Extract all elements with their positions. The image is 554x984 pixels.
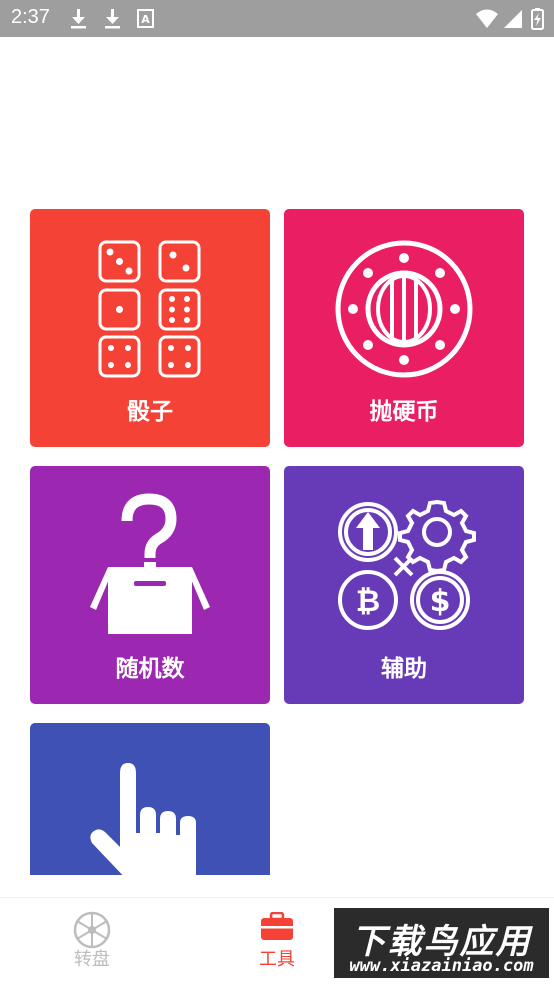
tile-coin-flip[interactable]: 抛硬币 xyxy=(284,209,524,447)
status-time: 2:37 xyxy=(11,6,50,28)
tile-label: 随机数 xyxy=(115,656,185,682)
tap-hand-icon xyxy=(90,763,196,875)
nav-item-tools[interactable]: 工具 xyxy=(217,898,337,984)
battery-charging-icon xyxy=(531,8,544,30)
nav-label: 工具 xyxy=(259,949,295,970)
nav-label: 转盘 xyxy=(74,949,110,970)
svg-text:₿: ₿ xyxy=(356,584,380,619)
tool-grid: 骰子 抛硬币 随机数 ₿ $ 辅助 xyxy=(30,209,524,875)
text-icon: A xyxy=(137,9,154,28)
status-bar: 2:37 A xyxy=(0,0,554,37)
watermark-url: www.xiazainiao.com xyxy=(349,956,534,976)
watermark-logo: 下载鸟应用 www.xiazainiao.com xyxy=(332,906,551,980)
tile-label: 抛硬币 xyxy=(369,399,439,425)
download-icon xyxy=(71,9,86,29)
nav-item-wheel[interactable]: 转盘 xyxy=(32,898,152,984)
signal-icon xyxy=(504,10,522,28)
tile-dice[interactable]: 骰子 xyxy=(30,209,270,447)
tile-label: 辅助 xyxy=(381,656,427,682)
status-notification-icons: A xyxy=(71,9,154,29)
wifi-icon xyxy=(476,9,498,28)
tile-label: 骰子 xyxy=(127,399,173,425)
toolbox-icon xyxy=(261,912,293,940)
status-system-icons xyxy=(476,8,544,30)
svg-text:A: A xyxy=(141,13,150,26)
tile-assist[interactable]: ₿ $ 辅助 xyxy=(284,466,524,704)
wheel-icon xyxy=(73,911,111,949)
tile-random-number[interactable]: 随机数 xyxy=(30,466,270,704)
download-icon xyxy=(105,9,120,29)
tile-tap[interactable] xyxy=(30,723,270,875)
svg-text:$: $ xyxy=(430,584,451,619)
